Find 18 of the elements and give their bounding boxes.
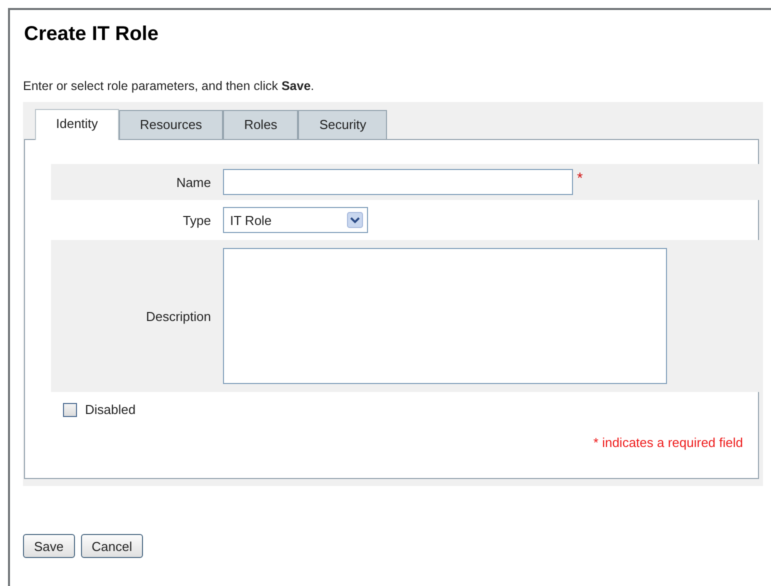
tab[interactable]: Resources (118, 110, 224, 139)
tab[interactable]: Roles (223, 110, 298, 139)
tab[interactable]: Security (298, 110, 388, 139)
page-title: Create IT Role (24, 22, 160, 46)
type-dropdown[interactable]: IT Role (223, 207, 368, 233)
tab[interactable]: Identity (35, 109, 119, 140)
field-label: Description (144, 308, 212, 324)
save-button[interactable]: Save (23, 534, 75, 558)
description-field[interactable] (223, 248, 667, 384)
required-mark: * (577, 170, 583, 187)
caret-icon (347, 212, 363, 228)
required-field-note: * indicates a required field (593, 435, 743, 450)
cancel-button[interactable]: Cancel (80, 534, 144, 558)
checkbox-label: Disabled (85, 402, 136, 417)
field-label: Type (182, 212, 212, 228)
instructions-text: Enter or select role parameters, and then click Save. (23, 78, 316, 94)
field-label: Name (175, 174, 212, 190)
name-field[interactable] (223, 169, 573, 195)
